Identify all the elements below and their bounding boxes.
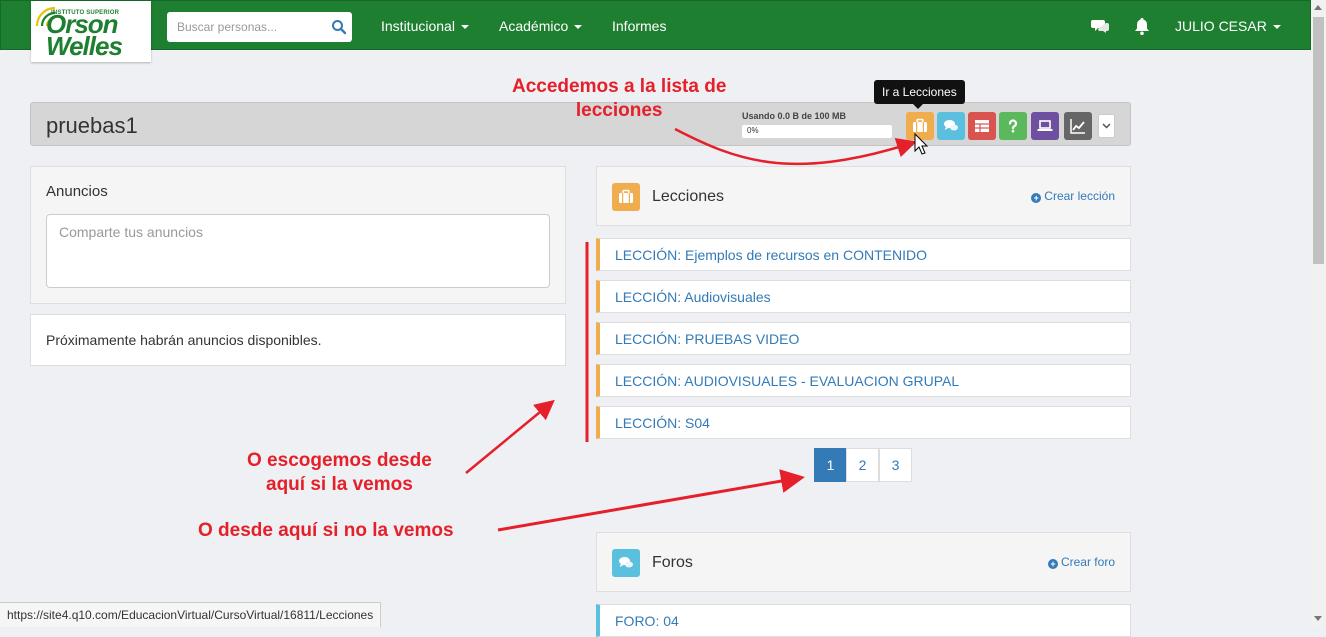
toolbar-tooltip: Ir a Lecciones [874, 80, 965, 104]
caret-down-icon [1272, 25, 1281, 30]
question-icon [1008, 119, 1018, 133]
create-forum-label: Crear foro [1060, 555, 1115, 569]
briefcase-icon [913, 118, 927, 132]
storage-progress-text: 0% [747, 126, 759, 135]
annotation-line: aquí si la vemos [266, 474, 413, 495]
lesson-link[interactable]: LECCIÓN: Ejemplos de recursos en CONTENI… [615, 247, 927, 263]
table-icon [975, 120, 989, 132]
lesson-link[interactable]: LECCIÓN: AUDIOVISUALES - EVALUACION GRUP… [615, 373, 959, 389]
menu-label: Institucional [381, 18, 455, 34]
lessons-section-icon [612, 183, 640, 211]
arrow-to-lessons-list [465, 399, 555, 474]
annotation-access-lessons: Accedemos a la lista de lecciones [512, 75, 726, 123]
statistics-button[interactable] [1064, 112, 1092, 140]
arrow-to-pagination [497, 469, 805, 532]
scroll-up-icon[interactable] [1314, 5, 1322, 10]
lessons-title: Lecciones [652, 188, 725, 205]
forums-section-icon [612, 549, 640, 577]
comments-icon [944, 120, 958, 131]
announcement-input[interactable] [46, 214, 550, 288]
create-lesson-link[interactable]: + Crear lección [1031, 189, 1115, 203]
search-input[interactable] [167, 12, 322, 42]
page-scrollbar[interactable] [1311, 0, 1326, 627]
user-menu[interactable]: JULIO CESAR [1175, 18, 1281, 34]
annotation-pager-note: O desde aquí si no la vemos [198, 520, 454, 541]
annotation-choose-here: O escogemos desde aquí si la vemos [247, 449, 432, 497]
menu-institucional[interactable]: Institucional [381, 18, 469, 34]
chart-line-icon [1070, 119, 1085, 134]
menu-academico[interactable]: Académico [499, 18, 583, 34]
caret-down-icon [460, 25, 469, 30]
chevron-down-icon [1102, 123, 1111, 129]
user-name: JULIO CESAR [1175, 18, 1267, 34]
briefcase-icon [619, 189, 633, 203]
browser-status-url: https://site4.q10.com/EducacionVirtual/C… [0, 602, 382, 627]
annotation-line: Accedemos a la lista de [512, 76, 727, 97]
lesson-item[interactable]: LECCIÓN: PRUEBAS VIDEO [596, 322, 1131, 355]
annotation-line: O escogemos desde [247, 450, 432, 471]
pagination-page-2[interactable]: 2 [846, 448, 879, 482]
scroll-thumb[interactable] [1313, 17, 1324, 264]
annotation-line: lecciones [575, 100, 663, 121]
forum-item[interactable]: FORO: 04 [596, 604, 1131, 637]
pagination-page-1[interactable]: 1 [814, 448, 847, 482]
top-navbar: Institucional Académico Informes JULIO C… [0, 0, 1311, 50]
forums-button[interactable] [937, 112, 965, 140]
menu-label: Informes [612, 18, 667, 34]
scroll-down-icon[interactable] [1314, 616, 1322, 621]
institution-logo[interactable]: INSTITUTO SUPERIOR Orson Welles [31, 1, 151, 62]
announcements-empty-panel: Próximamente habrán anuncios disponibles… [30, 314, 566, 366]
forums-title: Foros [652, 554, 693, 571]
caret-down-icon [574, 25, 583, 30]
search-box [167, 12, 352, 42]
virtual-class-button[interactable] [1031, 112, 1059, 140]
announcements-panel: Anuncios [30, 166, 566, 304]
bell-icon[interactable] [1132, 16, 1152, 36]
storage-progress-bar: 0% [742, 125, 892, 138]
lessons-header: Lecciones + Crear lección [596, 166, 1131, 226]
lesson-item[interactable]: LECCIÓN: S04 [596, 406, 1131, 439]
plus-circle-icon: + [1047, 559, 1058, 569]
pagination-page-3[interactable]: 3 [879, 448, 912, 482]
lesson-link[interactable]: LECCIÓN: Audiovisuales [615, 289, 771, 305]
lesson-item[interactable]: LECCIÓN: Ejemplos de recursos en CONTENI… [596, 238, 1131, 271]
grades-button[interactable] [968, 112, 996, 140]
lesson-item[interactable]: LECCIÓN: Audiovisuales [596, 280, 1131, 313]
announcements-empty-message: Próximamente habrán anuncios disponibles… [46, 332, 322, 348]
announcements-title: Anuncios [46, 183, 108, 200]
forums-header: Foros + Crear foro [596, 532, 1131, 592]
lesson-item[interactable]: LECCIÓN: AUDIOVISUALES - EVALUACION GRUP… [596, 364, 1131, 397]
chat-icon[interactable] [1091, 16, 1111, 36]
storage-usage-label: Usando 0.0 B de 100 MB [742, 111, 847, 121]
search-icon[interactable] [331, 19, 347, 35]
logo-word-welles: Welles [46, 31, 123, 61]
plus-circle-icon: + [1031, 193, 1042, 203]
create-forum-link[interactable]: + Crear foro [1047, 555, 1115, 569]
laptop-icon [1037, 120, 1053, 131]
help-button[interactable] [999, 112, 1027, 140]
lesson-link[interactable]: LECCIÓN: S04 [615, 415, 710, 431]
menu-informes[interactable]: Informes [612, 18, 666, 34]
create-lesson-label: Crear lección [1044, 189, 1115, 203]
logo-wordmark: Orson Welles [46, 11, 123, 61]
course-title: pruebas1 [46, 113, 138, 138]
lesson-link[interactable]: LECCIÓN: PRUEBAS VIDEO [615, 331, 799, 347]
more-options-button[interactable] [1098, 114, 1115, 138]
menu-label: Académico [499, 18, 569, 34]
tooltip-arrow [913, 104, 923, 109]
lessons-button[interactable] [906, 112, 934, 140]
comments-icon [619, 557, 633, 568]
